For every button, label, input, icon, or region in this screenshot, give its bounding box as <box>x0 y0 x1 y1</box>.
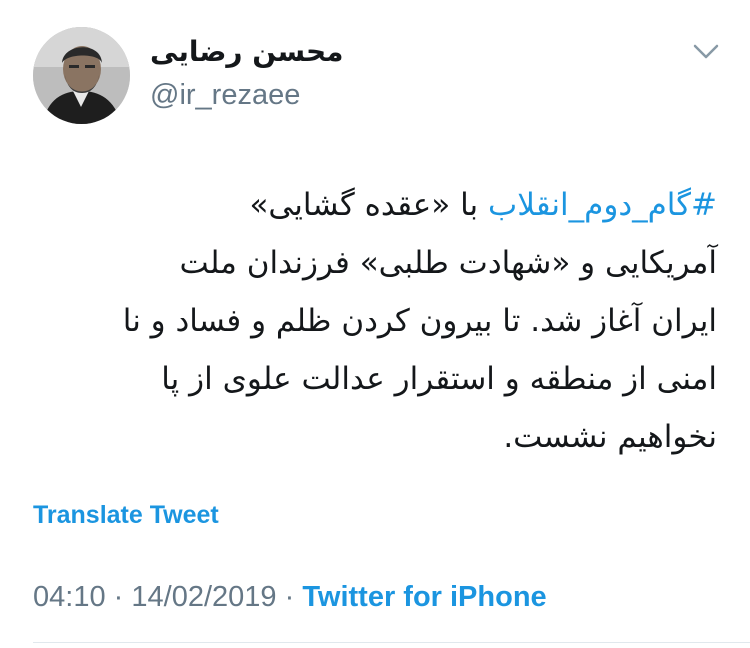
tweet-source-link[interactable]: Twitter for iPhone <box>302 581 546 613</box>
tweet-card: محسن رضایی @ir_rezaee #گام_دوم_انقلاب با… <box>0 0 750 648</box>
user-handle[interactable]: @ir_rezaee <box>150 78 300 112</box>
display-name[interactable]: محسن رضایی <box>150 34 343 70</box>
translate-tweet-link[interactable]: Translate Tweet <box>33 500 219 530</box>
tweet-text: #گام_دوم_انقلاب با «عقده گشایی» آمریکایی… <box>27 176 717 466</box>
avatar[interactable] <box>33 27 130 124</box>
profile-photo <box>33 27 130 124</box>
tweet-line-text: با «عقده گشایی» <box>249 187 489 223</box>
tweet-line: امنی از منطقه و استقرار عدالت علوی از پا <box>161 361 717 397</box>
tweet-meta: 04:10 · 14/02/2019 · Twitter for iPhone <box>33 580 547 614</box>
tweet-time: 04:10 <box>33 581 106 613</box>
tweet-line: نخواهیم نشست. <box>503 419 717 455</box>
hashtag-link[interactable]: #گام_دوم_انقلاب <box>488 187 717 223</box>
chevron-down-icon[interactable] <box>690 40 722 64</box>
divider <box>33 642 750 643</box>
tweet-date: 14/02/2019 <box>131 581 277 613</box>
tweet-line: آمریکایی و «شهادت طلبی» فرزندان ملت <box>179 245 717 281</box>
tweet-line: #گام_دوم_انقلاب با «عقده گشایی» <box>27 176 717 234</box>
tweet-line: ایران آغاز شد. تا بیرون کردن ظلم و فساد … <box>122 303 717 339</box>
meta-separator: · <box>113 581 124 613</box>
meta-separator: · <box>284 581 295 613</box>
